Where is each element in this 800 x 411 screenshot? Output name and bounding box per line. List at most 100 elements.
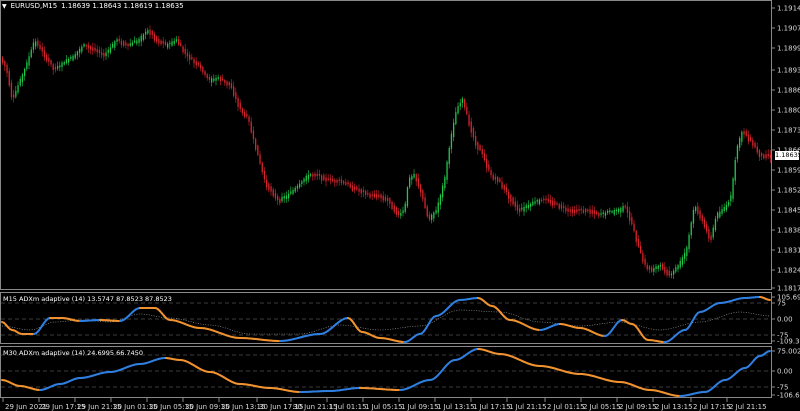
candle-body [475, 136, 477, 146]
candle-body [613, 210, 615, 215]
candle-body [349, 183, 351, 188]
price-axis-label: 1.18520 [777, 187, 800, 195]
candle-body [402, 210, 404, 214]
candle-body [186, 53, 189, 57]
candle-body [618, 208, 620, 212]
triangle-down-icon[interactable]: ▼ [2, 3, 7, 10]
candle-body [387, 197, 389, 201]
candle-body [406, 187, 409, 207]
candle-body [706, 224, 708, 232]
candle-body [171, 41, 173, 46]
candle-body [241, 108, 244, 113]
candle-body [609, 210, 611, 212]
candle-body [615, 209, 618, 212]
candle-body [565, 207, 567, 212]
candle-body [118, 38, 120, 42]
candle-body [431, 214, 433, 220]
candle-body [508, 191, 510, 199]
candle-body [459, 102, 461, 107]
candle-body [723, 206, 725, 212]
candle-body [752, 139, 754, 146]
candle-body [2, 57, 4, 63]
candle-body [426, 206, 428, 217]
candle-body [63, 62, 65, 65]
candle-body [8, 71, 10, 86]
candle-body [226, 81, 228, 86]
candle-body [688, 234, 690, 250]
candle-body [730, 195, 732, 202]
indicator-axis-label: 0.00 [777, 368, 793, 376]
candle-body [277, 195, 279, 201]
candle-body [244, 112, 246, 117]
candle-body [464, 99, 466, 108]
candle-body [123, 41, 125, 46]
candle-body [252, 130, 255, 140]
candle-body [35, 41, 37, 47]
candle-body [604, 212, 607, 216]
candle-body [523, 206, 525, 212]
candle-body [354, 186, 356, 190]
candle-body [283, 196, 285, 199]
candle-body [574, 209, 576, 214]
price-axis-label: 1.18595 [777, 167, 800, 175]
candle-body [81, 46, 83, 52]
candle-body [312, 174, 314, 177]
candle-body [477, 142, 479, 150]
candle-body [437, 202, 439, 213]
candle-body [336, 179, 338, 183]
candle-body [224, 80, 226, 83]
candle-body [325, 177, 327, 182]
candle-body [301, 181, 303, 184]
candle-body [633, 223, 635, 232]
candle-body [763, 154, 765, 159]
candle-body [481, 149, 483, 155]
candle-body [662, 263, 664, 270]
price-axis-label: 1.19070 [777, 25, 800, 33]
indicator-axis-label: 75.0025 [777, 348, 800, 356]
candle-body [433, 212, 435, 219]
candle-body [347, 182, 349, 185]
candle-body [204, 71, 206, 76]
candle-body [173, 40, 175, 44]
candle-body [450, 133, 453, 149]
candle-body [747, 134, 750, 142]
candle-body [653, 268, 655, 272]
candle-body [395, 207, 398, 215]
candle-body [362, 190, 365, 193]
candle-body [600, 213, 602, 215]
candle-body [184, 48, 186, 54]
candle-body [534, 201, 536, 204]
candle-body [334, 179, 336, 183]
candle-body [72, 55, 74, 61]
candle-body [472, 128, 475, 138]
time-axis: 29 Jun 202129 Jun 17:1529 Jun 21:1530 Ju… [2, 398, 767, 411]
indicator-axis-label: -109.3429 [777, 338, 800, 346]
candle-body [6, 64, 8, 73]
candle-body [94, 47, 96, 51]
price-axis-label: 1.18995 [777, 45, 800, 53]
candle-body [598, 212, 600, 217]
candle-body [140, 35, 142, 42]
candle-body [400, 212, 402, 216]
candle-body [560, 204, 563, 209]
candle-body [563, 206, 565, 208]
candle-body [664, 266, 666, 273]
candle-body [13, 94, 15, 98]
candle-body [404, 203, 406, 212]
candle-body [373, 193, 376, 197]
candle-body [145, 31, 147, 35]
candle-body [263, 170, 266, 180]
indicator-axis-label: 0.00 [777, 316, 793, 324]
candle-body [461, 98, 464, 103]
candle-body [65, 59, 68, 64]
candle-body [202, 66, 204, 73]
candle-body [129, 43, 131, 46]
candle-body [470, 121, 472, 133]
candle-body [52, 64, 54, 70]
candle-body [525, 205, 527, 209]
candle-body [68, 58, 70, 63]
candle-body [382, 195, 384, 201]
candle-body [510, 194, 512, 202]
chart-header[interactable]: ▼ EURUSD,M15 1.18639 1.18643 1.18619 1.1… [2, 2, 184, 10]
candle-body [4, 61, 6, 67]
